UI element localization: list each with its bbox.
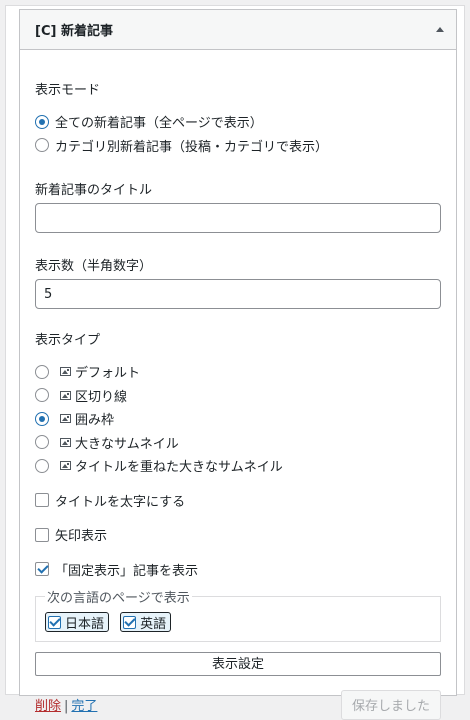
display-type-option-large-thumbnail[interactable]: 大きなサムネイル — [35, 431, 441, 455]
display-type-option-overlay-thumbnail[interactable]: タイトルを重ねた大きなサムネイル — [35, 454, 441, 478]
widget-actions: 削除 | 完了 保存しました — [35, 689, 441, 720]
radio-label: カテゴリ別新着記事（投稿・カテゴリで表示） — [55, 139, 329, 155]
done-link[interactable]: 完了 — [71, 699, 97, 714]
bold-title-checkbox[interactable] — [35, 493, 49, 508]
arrow-checkbox[interactable] — [35, 527, 49, 542]
language-checkbox[interactable] — [48, 615, 61, 629]
language-fieldset: 次の言語のページで表示 日本語 英語 — [35, 587, 441, 642]
image-icon — [60, 390, 71, 400]
checkbox-label: タイトルを太字にする — [55, 494, 186, 510]
checkbox-label: 「固定表示」記事を表示 — [55, 563, 199, 579]
count-field-label: 表示数（半角数字） — [35, 259, 153, 274]
display-type-label: 表示タイプ — [35, 333, 101, 348]
title-field-label: 新着記事のタイトル — [35, 183, 153, 198]
arrow-checkbox-row[interactable]: 矢印表示 — [35, 523, 441, 547]
sticky-checkbox[interactable] — [35, 562, 49, 577]
radio-label: 全ての新着記事（全ページで表示） — [55, 116, 263, 132]
count-input[interactable] — [35, 279, 441, 309]
action-links: 削除 | 完了 — [35, 695, 97, 714]
radio-button[interactable] — [35, 364, 49, 379]
display-mode-label: 表示モード — [35, 83, 101, 98]
sticky-checkbox-row[interactable]: 「固定表示」記事を表示 — [35, 558, 441, 582]
display-settings-button[interactable]: 表示設定 — [35, 651, 441, 676]
radio-button[interactable] — [35, 411, 49, 426]
image-icon — [60, 414, 71, 424]
radio-button[interactable] — [35, 458, 49, 473]
radio-label: タイトルを重ねた大きなサムネイル — [75, 460, 283, 476]
title-input[interactable] — [35, 203, 441, 233]
checkbox-label: 矢印表示 — [55, 529, 108, 545]
language-english[interactable]: 英語 — [120, 612, 172, 632]
display-mode-option-category[interactable]: カテゴリ別新着記事（投稿・カテゴリで表示） — [35, 134, 441, 158]
collapse-arrow-icon[interactable] — [436, 27, 444, 32]
language-label: 英語 — [140, 616, 167, 632]
save-button[interactable]: 保存しました — [340, 689, 441, 720]
widget-area: [C] 新着記事 表示モード 全ての新着記事（全ページで表示） カテゴリ別新着記… — [5, 5, 465, 720]
radio-label: 大きなサムネイル — [75, 436, 179, 452]
radio-label: 囲み枠 — [75, 413, 115, 429]
image-icon — [60, 437, 71, 447]
image-icon — [60, 461, 71, 471]
language-checkbox[interactable] — [123, 615, 137, 629]
widget-title: [C] 新着記事 — [35, 24, 113, 39]
display-mode-option-all[interactable]: 全ての新着記事（全ページで表示） — [35, 110, 441, 134]
radio-label: デフォルト — [75, 366, 141, 382]
image-icon — [60, 367, 71, 377]
display-type-option-frame[interactable]: 囲み枠 — [35, 407, 441, 431]
radio-button[interactable] — [35, 138, 49, 153]
radio-button[interactable] — [35, 388, 49, 403]
display-type-option-default[interactable]: デフォルト — [35, 360, 441, 384]
radio-button[interactable] — [35, 435, 49, 450]
widget-body: 表示モード 全ての新着記事（全ページで表示） カテゴリ別新着記事（投稿・カテゴリ… — [20, 79, 456, 720]
display-type-option-divider[interactable]: 区切り線 — [35, 384, 441, 408]
widget-header[interactable]: [C] 新着記事 — [20, 10, 456, 50]
bold-title-checkbox-row[interactable]: タイトルを太字にする — [35, 489, 441, 513]
widget-panel: [C] 新着記事 表示モード 全ての新着記事（全ページで表示） カテゴリ別新着記… — [19, 9, 457, 720]
language-legend: 次の言語のページで表示 — [47, 591, 190, 606]
delete-link[interactable]: 削除 — [35, 699, 61, 714]
radio-label: 区切り線 — [75, 389, 128, 405]
language-japanese[interactable]: 日本語 — [45, 612, 110, 632]
radio-button[interactable] — [35, 114, 49, 129]
language-label: 日本語 — [65, 616, 105, 632]
link-separator: | — [64, 699, 69, 714]
